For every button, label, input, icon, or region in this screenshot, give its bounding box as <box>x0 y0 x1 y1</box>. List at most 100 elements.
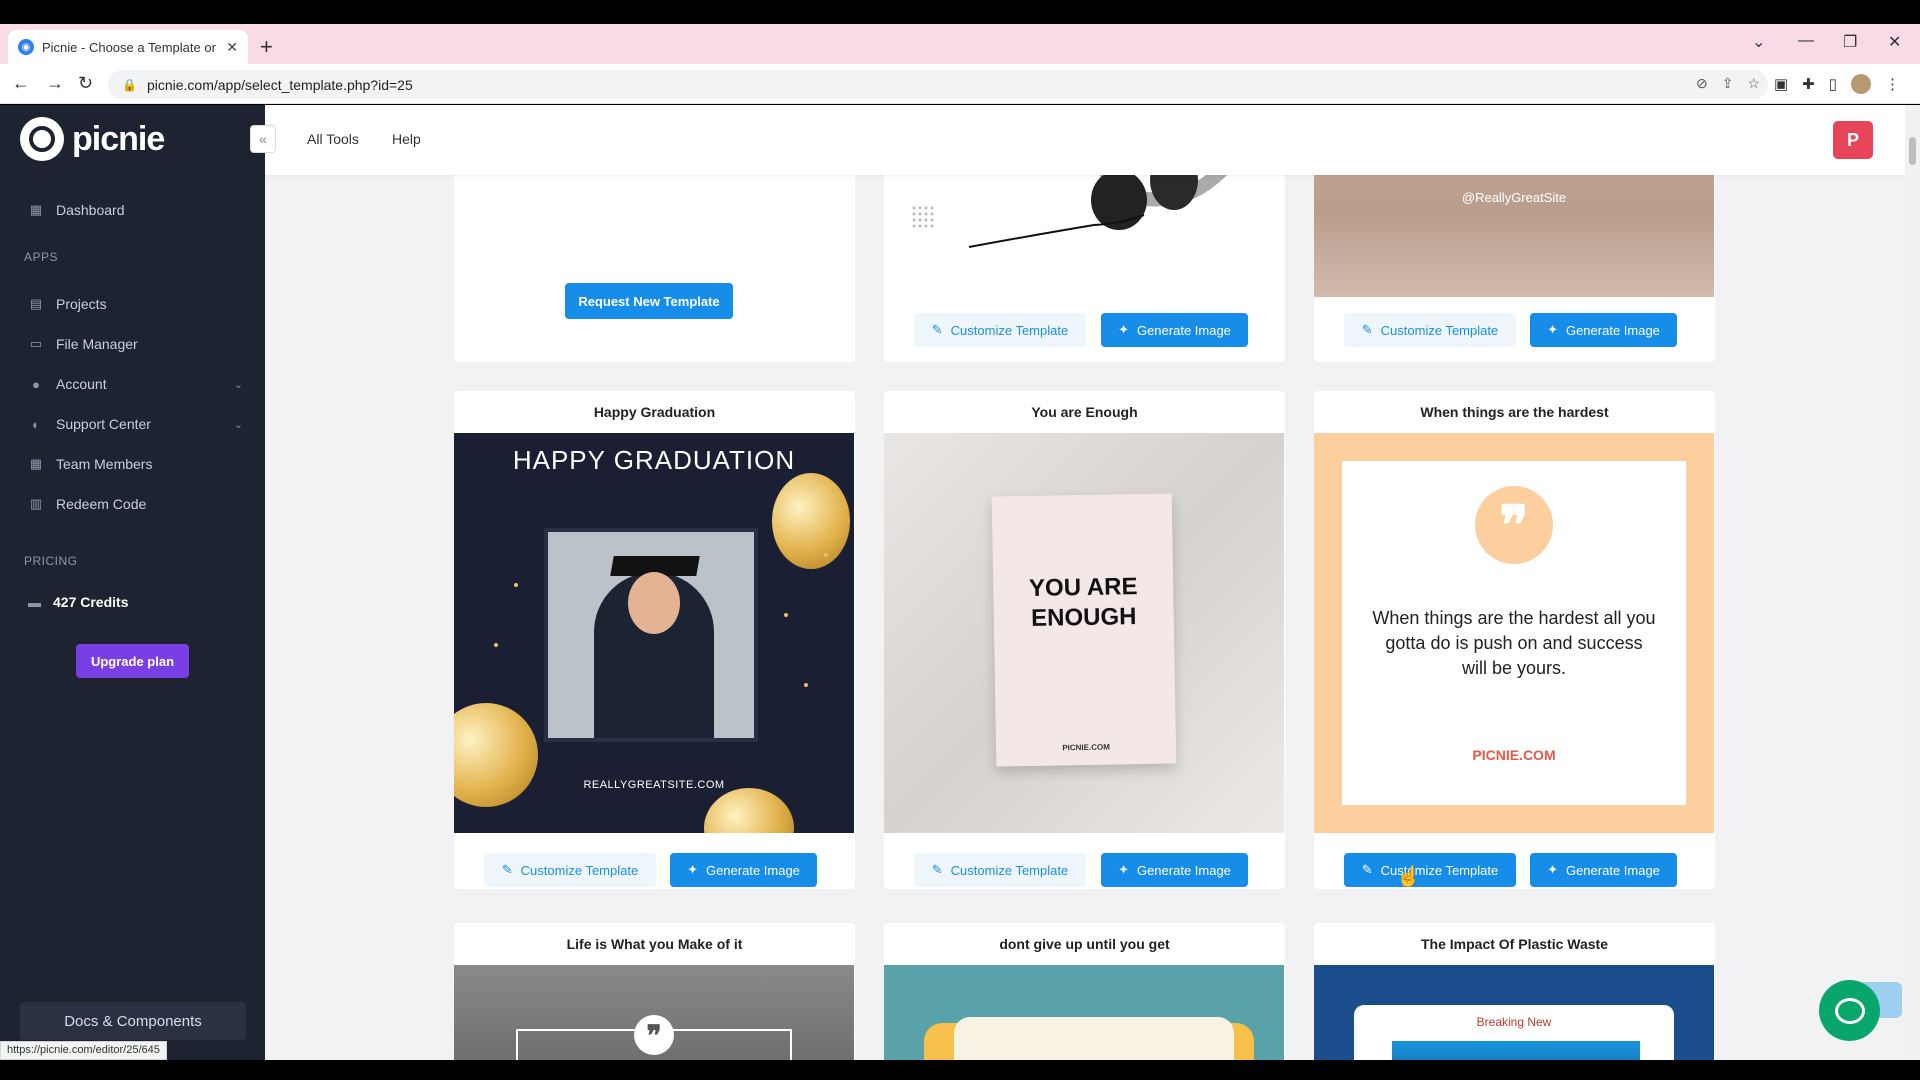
generate-image-button[interactable]: ✦ Generate Image <box>1101 313 1248 347</box>
beach-handle: @ReallyGreatSite <box>1461 190 1567 205</box>
picnie-logo[interactable]: picnie <box>20 117 165 161</box>
enough-site: PICNIE.COM <box>1062 742 1110 753</box>
generate-image-button[interactable]: ✦ Generate Image <box>1530 313 1677 347</box>
browser-tabbar: ◉ Picnie - Choose a Template or Cr ✕ + ⌄… <box>0 24 1920 64</box>
sidebar-item-account[interactable]: ● Account ⌄ <box>28 376 243 392</box>
restore-icon[interactable]: ❐ <box>1843 32 1857 52</box>
template-thumbnail[interactable]: HAPPY GRADUATION REALLYGREATSITE.COM <box>454 433 854 833</box>
request-new-template-button[interactable]: Request New Template <box>565 283 733 319</box>
quote-text: When things are the hardest all you gott… <box>1372 608 1656 678</box>
forward-icon[interactable]: → <box>46 73 64 94</box>
profile-avatar[interactable] <box>1851 74 1871 94</box>
generate-image-button[interactable]: ✦ Generate Image <box>670 853 817 887</box>
customize-template-button[interactable]: ✎ Customize Template <box>1344 853 1516 887</box>
sidebar-item-team-members[interactable]: ▦ Team Members <box>28 456 243 472</box>
sidebar-item-redeem-code[interactable]: ▥ Redeem Code <box>28 496 243 512</box>
address-bar[interactable]: 🔒 picnie.com/app/select_template.php?id=… <box>108 70 1768 99</box>
generate-label: Generate Image <box>1565 862 1660 878</box>
browser-tab[interactable]: ◉ Picnie - Choose a Template or Cr ✕ <box>8 30 248 64</box>
customize-template-button[interactable]: ✎ Customize Template <box>484 853 656 887</box>
magic-wand-icon: ✦ <box>687 862 698 877</box>
sidebar: picnie ▦ Dashboard APPS ▤ Projects ▭ Fil… <box>0 105 265 1060</box>
back-icon[interactable]: ← <box>12 73 30 94</box>
customize-template-button[interactable]: ✎ Customize Template <box>1344 313 1516 347</box>
balloon <box>454 703 538 807</box>
menu-kebab-icon[interactable]: ⋮ <box>1885 75 1900 93</box>
tab-list-chevron-icon[interactable]: ⌄ <box>1752 32 1765 52</box>
chat-widget-button[interactable] <box>1819 980 1880 1041</box>
new-tab-icon[interactable]: + <box>260 34 273 60</box>
balloon <box>704 788 794 833</box>
reload-icon[interactable]: ↻ <box>78 73 93 94</box>
customize-label: Customize Template <box>950 322 1069 338</box>
close-window-icon[interactable]: ✕ <box>1888 32 1901 52</box>
template-thumbnail[interactable]: YOU ARE ENOUGH PICNIE.COM <box>884 433 1284 833</box>
template-card-happy-graduation: Happy Graduation HAPPY GRADUATION REALLY… <box>454 391 855 889</box>
sidebar-item-label: Support Center <box>56 416 151 432</box>
sidebar-item-label: File Manager <box>56 336 138 352</box>
template-thumbnail[interactable]: ❞ <box>454 965 854 1060</box>
picnie-logo-icon <box>20 117 64 161</box>
folder-icon: ▭ <box>29 336 43 351</box>
app-topbar: All Tools Help P <box>265 105 1920 175</box>
magic-wand-icon: ✦ <box>1118 862 1129 877</box>
projects-icon: ▤ <box>29 296 43 311</box>
confetti <box>514 583 518 587</box>
confetti <box>824 553 828 557</box>
credits-display: ▬ 427 Credits <box>28 594 128 610</box>
bookmark-star-icon[interactable]: ☆ <box>1747 75 1760 92</box>
template-card-when-things-are-the-hardest: When things are the hardest ❞ When thing… <box>1314 391 1715 889</box>
upgrade-plan-button[interactable]: Upgrade plan <box>76 644 189 678</box>
magic-wand-icon: ✦ <box>1118 322 1129 337</box>
section-label-pricing: PRICING <box>24 554 78 568</box>
share-icon[interactable]: ⇪ <box>1722 75 1734 92</box>
sidebar-item-support-center[interactable]: ◐ Support Center ⌄ <box>28 416 243 432</box>
eye-off-icon[interactable]: ⊘ <box>1696 75 1708 92</box>
balloon <box>772 473 850 569</box>
customize-label: Customize Template <box>520 862 639 878</box>
quote-site: PICNIE.COM <box>1472 747 1556 763</box>
minimize-icon[interactable]: — <box>1798 32 1814 50</box>
address-url: picnie.com/app/select_template.php?id=25 <box>146 76 413 93</box>
card-title: Life is What you Make of it <box>566 936 743 952</box>
edit-icon: ✎ <box>931 862 943 877</box>
card-title: dont give up until you get <box>999 936 1170 952</box>
extension-icon[interactable]: ▣ <box>1774 75 1788 93</box>
close-tab-icon[interactable]: ✕ <box>226 39 238 56</box>
sidebar-item-label: Projects <box>56 296 107 312</box>
sidepanel-icon[interactable]: ▯ <box>1829 75 1837 93</box>
credits-value: 427 Credits <box>53 594 129 610</box>
note-card <box>954 1017 1234 1060</box>
customize-template-button[interactable]: ✎ Customize Template <box>914 313 1086 347</box>
collapse-sidebar-icon[interactable]: « <box>250 125 276 153</box>
chat-icon <box>1834 997 1865 1024</box>
screen: ◉ Picnie - Choose a Template or Cr ✕ + ⌄… <box>0 0 1920 1080</box>
sidebar-item-projects[interactable]: ▤ Projects <box>28 296 243 312</box>
page-scrollbar[interactable] <box>1905 105 1920 1060</box>
help-link[interactable]: Help <box>392 131 421 147</box>
tab-title: Picnie - Choose a Template or Cr <box>42 39 219 55</box>
user-avatar-button[interactable]: P <box>1833 121 1873 159</box>
puzzle-icon[interactable]: ✚ <box>1802 75 1815 93</box>
extension-area: ▣ ✚ ▯ ⋮ <box>1774 74 1900 94</box>
card-title: When things are the hardest <box>1420 404 1609 420</box>
news-label: Breaking New <box>1476 1015 1552 1029</box>
template-card-life-is-what-you-make: Life is What you Make of it ❞ <box>454 923 855 1060</box>
all-tools-link[interactable]: All Tools <box>307 131 359 147</box>
customize-template-button[interactable]: ✎ Customize Template <box>914 853 1086 887</box>
picnie-favicon-icon: ◉ <box>18 39 34 55</box>
customize-label: Customize Template <box>1380 322 1499 338</box>
docs-components-button[interactable]: Docs & Components <box>20 1002 246 1040</box>
template-thumbnail[interactable]: ❞ When things are the hardest all you go… <box>1314 433 1714 833</box>
confetti <box>494 643 498 647</box>
sidebar-item-dashboard[interactable]: ▦ Dashboard <box>28 202 243 218</box>
scrollbar-thumb[interactable] <box>1909 137 1916 165</box>
graduate-face <box>628 572 680 634</box>
template-thumbnail[interactable] <box>884 965 1284 1060</box>
template-thumbnail[interactable]: Breaking New <box>1314 965 1714 1060</box>
generate-image-button[interactable]: ✦ Generate Image <box>1101 853 1248 887</box>
wallet-icon: ▬ <box>28 594 41 610</box>
generate-image-button[interactable]: ✦ Generate Image <box>1530 853 1677 887</box>
card-title: Happy Graduation <box>593 404 716 420</box>
sidebar-item-file-manager[interactable]: ▭ File Manager <box>28 336 243 352</box>
